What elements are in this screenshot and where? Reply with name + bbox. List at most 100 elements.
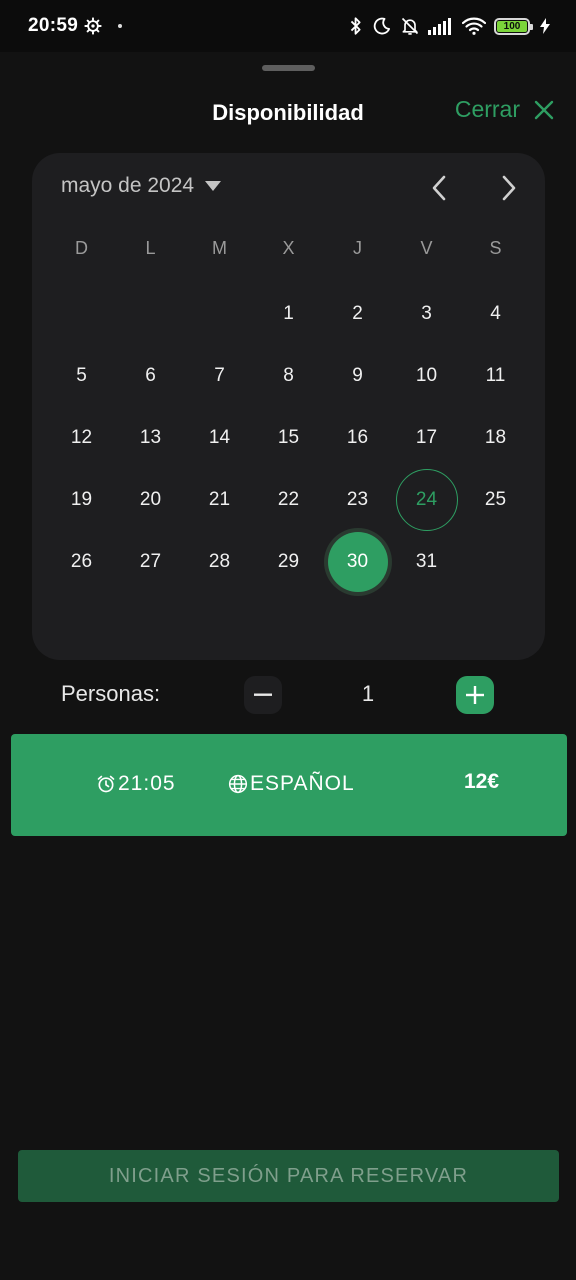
- weekday-label: M: [212, 238, 227, 258]
- day-12[interactable]: 12: [47, 407, 116, 469]
- bell-off-icon: [400, 16, 420, 36]
- status-bar: 20:59 100: [0, 0, 576, 52]
- day-3[interactable]: 3: [392, 283, 461, 345]
- persons-label: Personas:: [61, 681, 161, 706]
- close-button[interactable]: Cerrar: [455, 96, 554, 123]
- day-9[interactable]: 9: [323, 345, 392, 407]
- day-number: 14: [208, 427, 231, 448]
- day-13[interactable]: 13: [116, 407, 185, 469]
- month-selector[interactable]: mayo de 2024: [61, 174, 222, 198]
- day-16[interactable]: 16: [323, 407, 392, 469]
- day-number: 25: [484, 489, 507, 510]
- slot-language: ESPAÑOL: [228, 772, 355, 796]
- day-number: 12: [70, 427, 93, 448]
- day-number: 23: [346, 489, 369, 510]
- day-number: 16: [346, 427, 369, 448]
- day-2[interactable]: 2: [323, 283, 392, 345]
- day-number: 22: [277, 489, 300, 510]
- chevron-left-icon: [431, 175, 447, 201]
- day-31[interactable]: 31: [392, 531, 461, 593]
- signal-icon: [428, 17, 454, 35]
- day-5[interactable]: 5: [47, 345, 116, 407]
- day-26[interactable]: 26: [47, 531, 116, 593]
- calendar: mayo de 2024 DLMXJVS 1 2 3 4 5 6 7 8 9 10 11 12 13 14…: [32, 153, 545, 660]
- weekday-label: S: [489, 238, 502, 258]
- day-10[interactable]: 10: [392, 345, 461, 407]
- day-11[interactable]: 11: [461, 345, 530, 407]
- day-15[interactable]: 15: [254, 407, 323, 469]
- slot-price: 12€: [464, 770, 500, 793]
- persons-row: Personas: 1: [0, 673, 576, 717]
- day-23[interactable]: 23: [323, 469, 392, 531]
- close-icon: [534, 100, 554, 120]
- day-number: 1: [283, 303, 294, 324]
- slot-time-label: 21:05: [118, 772, 176, 795]
- notification-dot: [118, 24, 123, 28]
- day-6[interactable]: 6: [116, 345, 185, 407]
- day-14[interactable]: 14: [185, 407, 254, 469]
- time-slot-card[interactable]: 21:05 ESPAÑOL 12€: [11, 734, 567, 836]
- day-number: 24: [415, 489, 438, 510]
- settings-gear-icon: [84, 17, 102, 35]
- login-to-book-button[interactable]: INICIAR SESIÓN PARA RESERVAR: [18, 1150, 559, 1202]
- empty-day-cell: [47, 283, 116, 345]
- sheet-drag-handle[interactable]: [262, 65, 315, 71]
- day-number: 29: [277, 551, 300, 572]
- day-30[interactable]: 30: [323, 531, 392, 593]
- day-number: 30: [346, 551, 369, 572]
- chevron-right-icon: [501, 175, 517, 201]
- day-1[interactable]: 1: [254, 283, 323, 345]
- day-21[interactable]: 21: [185, 469, 254, 531]
- day-18[interactable]: 18: [461, 407, 530, 469]
- alarm-clock-icon: [96, 774, 116, 794]
- days-grid: 1 2 3 4 5 6 7 8 9 10 11 12 13 14 15 16 17 18 19 20 21 22 23 24 2…: [47, 283, 530, 593]
- day-28[interactable]: 28: [185, 531, 254, 593]
- app-root: 20:59 100 Disponibilidad Cerrar mayo de …: [0, 0, 576, 1280]
- day-number: 13: [139, 427, 162, 448]
- increase-persons-button[interactable]: [456, 676, 494, 714]
- day-27[interactable]: 27: [116, 531, 185, 593]
- day-number: 11: [485, 365, 506, 386]
- weekday-header: DLMXJVS: [47, 233, 530, 263]
- day-19[interactable]: 19: [47, 469, 116, 531]
- day-17[interactable]: 17: [392, 407, 461, 469]
- decrease-persons-button[interactable]: [244, 676, 282, 714]
- day-number: 27: [139, 551, 162, 572]
- day-8[interactable]: 8: [254, 345, 323, 407]
- day-number: 26: [70, 551, 93, 572]
- day-7[interactable]: 7: [185, 345, 254, 407]
- day-29[interactable]: 29: [254, 531, 323, 593]
- day-25[interactable]: 25: [461, 469, 530, 531]
- status-icons: 100: [348, 16, 550, 36]
- day-number: 19: [70, 489, 93, 510]
- empty-day-cell: [185, 283, 254, 345]
- close-label: Cerrar: [454, 96, 520, 122]
- previous-month-button[interactable]: [424, 171, 454, 205]
- availability-sheet: Disponibilidad Cerrar mayo de 2024 D L M…: [0, 58, 576, 1280]
- day-number: 3: [421, 303, 432, 324]
- day-22[interactable]: 22: [254, 469, 323, 531]
- globe-icon: [228, 774, 248, 794]
- day-number: 5: [76, 365, 87, 386]
- day-24[interactable]: 24: [392, 469, 461, 531]
- empty-day-cell: [116, 283, 185, 345]
- next-month-button[interactable]: [494, 171, 524, 205]
- day-4[interactable]: 4: [461, 283, 530, 345]
- day-number: 17: [415, 427, 438, 448]
- day-number: 8: [283, 365, 294, 386]
- persons-count: 1: [361, 681, 375, 706]
- login-to-book-label: INICIAR SESIÓN PARA RESERVAR: [108, 1164, 469, 1187]
- moon-icon: [372, 16, 392, 36]
- day-number: 28: [208, 551, 231, 572]
- day-20[interactable]: 20: [116, 469, 185, 531]
- weekday-label: V: [420, 238, 433, 258]
- day-number: 20: [139, 489, 162, 510]
- day-number: 31: [415, 551, 438, 572]
- battery-icon: 100: [494, 17, 533, 35]
- month-label: mayo de 2024: [61, 174, 195, 197]
- day-number: 7: [214, 365, 225, 386]
- bluetooth-icon: [348, 16, 364, 36]
- wifi-icon: [462, 17, 486, 35]
- battery-level: 100: [497, 20, 527, 32]
- weekday-label: X: [282, 238, 295, 258]
